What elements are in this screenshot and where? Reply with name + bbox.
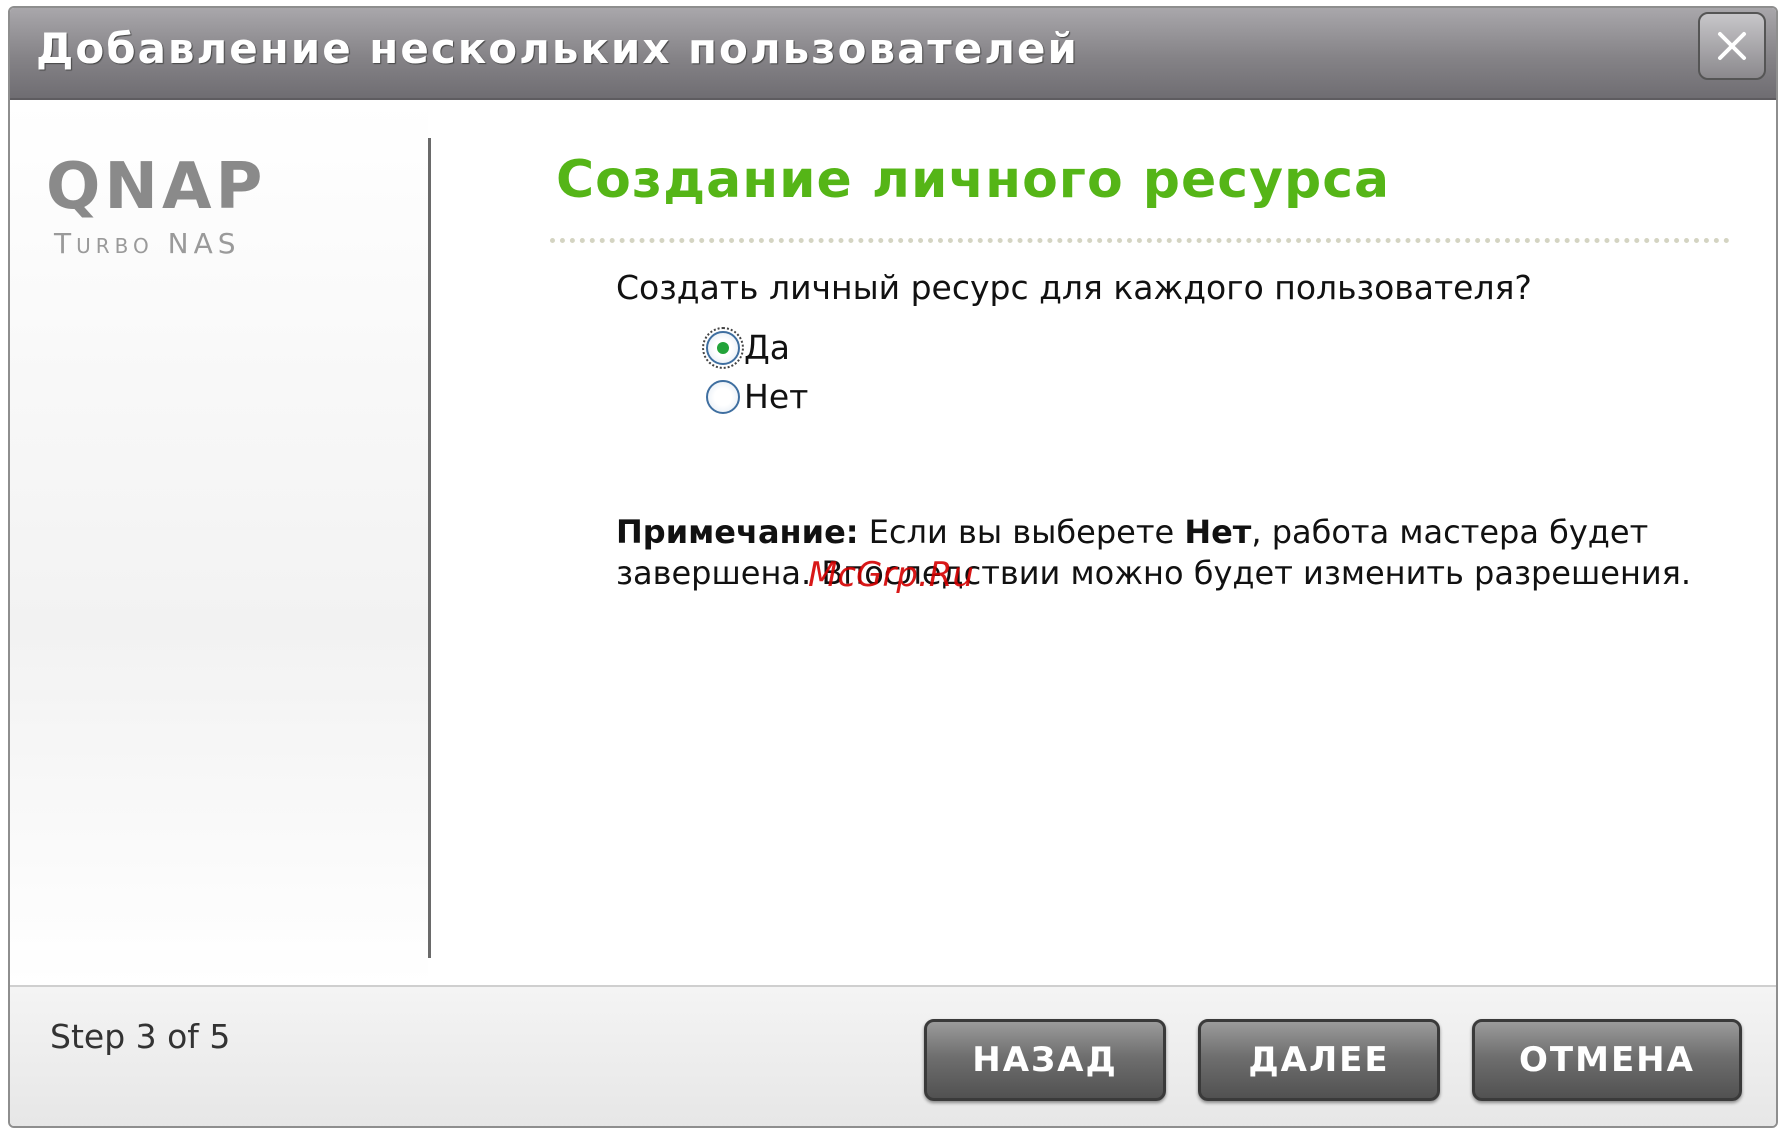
radio-label-yes: Да (744, 328, 791, 367)
close-icon (1718, 32, 1746, 60)
note-text-before: Если вы выберете (858, 513, 1185, 551)
question-text: Создать личный ресурс для каждого пользо… (616, 268, 1532, 307)
sidebar: QNAP Turbo NAS (10, 100, 428, 985)
radio-option-yes[interactable]: Да (702, 326, 791, 369)
main-content: Создание личного ресурса Создать личный … (430, 100, 1776, 985)
footer-bar: Step 3 of 5 НАЗАД ДАЛЕЕ ОТМЕНА (10, 985, 1776, 1126)
page-title: Создание личного ресурса (556, 150, 1391, 210)
next-button[interactable]: ДАЛЕЕ (1198, 1019, 1440, 1101)
watermark: McGrp.Ru (808, 555, 974, 595)
note-text: Примечание: Если вы выберете Нет, работа… (616, 512, 1736, 594)
note-emphasis: Нет (1184, 513, 1252, 551)
radio-button-no[interactable] (706, 379, 740, 414)
logo-main-text: QNAP (46, 150, 267, 224)
radio-button-yes[interactable] (702, 326, 744, 369)
cancel-button[interactable]: ОТМЕНА (1472, 1019, 1742, 1101)
radio-option-no[interactable]: Нет (706, 377, 808, 416)
radio-label-no: Нет (744, 377, 809, 416)
dotted-separator (550, 238, 1730, 243)
note-label: Примечание: (616, 513, 859, 551)
close-button[interactable] (1698, 12, 1766, 80)
step-indicator: Step 3 of 5 (50, 1017, 231, 1056)
qnap-logo: QNAP Turbo NAS (46, 155, 266, 260)
logo-sub-text: Turbo NAS (54, 227, 241, 260)
window-title: Добавление нескольких пользователей (36, 24, 1079, 73)
title-bar: Добавление нескольких пользователей (10, 8, 1776, 100)
wizard-dialog: Добавление нескольких пользователей QNAP… (8, 6, 1778, 1128)
back-button[interactable]: НАЗАД (924, 1019, 1166, 1101)
